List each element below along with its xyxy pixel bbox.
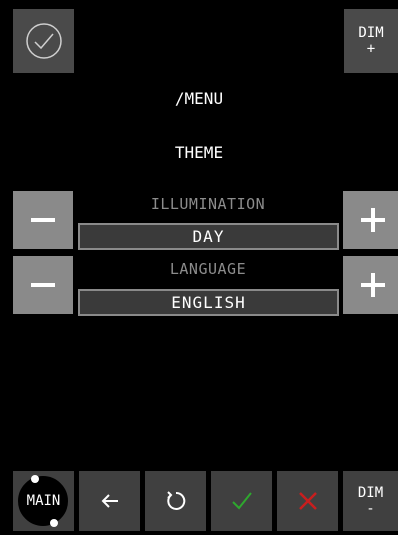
main-label: MAIN <box>26 493 61 509</box>
cancel-button[interactable] <box>277 471 338 531</box>
back-button[interactable] <box>79 471 140 531</box>
main-button[interactable]: MAIN <box>13 471 74 531</box>
dim-minus-button[interactable]: DIM - <box>343 471 398 531</box>
reset-button[interactable] <box>145 471 206 531</box>
dim-plus-sign: + <box>366 41 376 57</box>
dim-plus-label: DIM <box>358 25 384 41</box>
plus-icon <box>361 208 385 232</box>
menu-path: /MENU <box>174 89 224 108</box>
minus-icon <box>31 217 55 223</box>
language-label: LANGUAGE <box>169 260 247 278</box>
language-value: ENGLISH <box>78 289 339 316</box>
dim-minus-label: DIM <box>357 485 384 501</box>
dim-minus-sign: - <box>366 501 375 517</box>
plus-icon <box>361 273 385 297</box>
accept-button[interactable] <box>211 471 272 531</box>
section-title: THEME <box>174 143 224 162</box>
illumination-decrease-button[interactable] <box>13 191 73 249</box>
dim-plus-button[interactable]: DIM + <box>344 9 398 73</box>
illumination-value: DAY <box>78 223 339 250</box>
arrow-left-icon <box>100 493 120 509</box>
check-icon <box>231 491 253 511</box>
minus-icon <box>31 282 55 288</box>
confirm-button[interactable] <box>13 9 74 73</box>
language-increase-button[interactable] <box>343 256 398 314</box>
illumination-label: ILLUMINATION <box>150 195 266 213</box>
x-icon <box>298 491 318 511</box>
check-circle-icon <box>24 21 64 61</box>
language-decrease-button[interactable] <box>13 256 73 314</box>
illumination-increase-button[interactable] <box>343 191 398 249</box>
rotate-icon <box>165 490 187 512</box>
